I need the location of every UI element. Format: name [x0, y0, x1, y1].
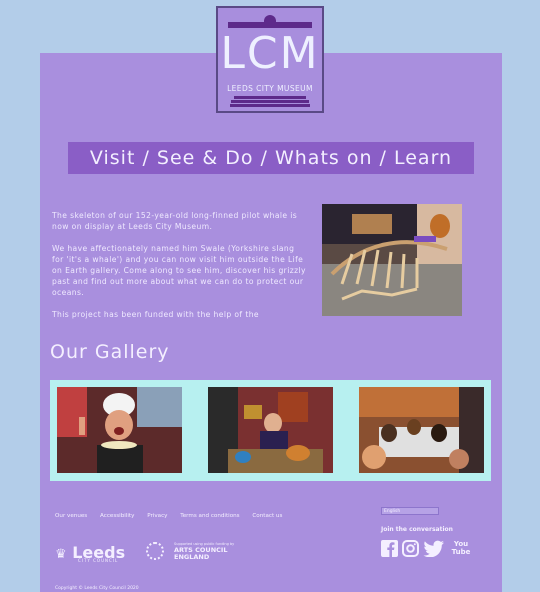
- leeds-crest-icon: ♛: [55, 547, 67, 562]
- intro-paragraph: We have affectionately named him Swale (…: [52, 244, 306, 297]
- footer-link-terms[interactable]: Terms and conditions: [180, 513, 239, 519]
- language-select[interactable]: English: [381, 507, 439, 515]
- nav-whats-on[interactable]: Whats on: [275, 147, 373, 169]
- intro-paragraph: This project has been funded with the he…: [52, 310, 259, 319]
- footer-links: Our venues Accessibility Privacy Terms a…: [55, 513, 293, 519]
- logo-letters: LCM: [220, 28, 320, 79]
- intro-paragraph: The skeleton of our 152-year-old long-fi…: [52, 211, 298, 231]
- nav-separator: /: [253, 147, 275, 169]
- nav-separator: /: [135, 147, 157, 169]
- intro-text: The skeleton of our 152-year-old long-fi…: [52, 210, 308, 331]
- footer-link-accessibility[interactable]: Accessibility: [100, 513, 134, 519]
- logo-subtitle: LEEDS CITY MUSEUM: [227, 84, 313, 93]
- footer-link-contact[interactable]: Contact us: [252, 513, 282, 519]
- gallery-image-craft[interactable]: [208, 387, 333, 473]
- nav-learn[interactable]: Learn: [394, 147, 452, 169]
- arts-council-line2: ENGLAND: [174, 553, 210, 561]
- footer-link-venues[interactable]: Our venues: [55, 513, 87, 519]
- instagram-icon[interactable]: [402, 540, 419, 557]
- nav-see-do[interactable]: See & Do: [157, 147, 254, 169]
- logo-steps: [230, 96, 310, 107]
- nav-separator: /: [372, 147, 394, 169]
- lcm-logo[interactable]: LCM LEEDS CITY MUSEUM: [216, 6, 324, 113]
- gallery-title: Our Gallery: [50, 341, 170, 363]
- nav-visit[interactable]: Visit: [90, 147, 136, 169]
- join-conversation-label: Join the conversation: [381, 526, 453, 533]
- gallery-image-chef[interactable]: [57, 387, 182, 473]
- main-nav: Visit / See & Do / Whats on / Learn: [68, 142, 474, 174]
- whale-skeleton-image: [322, 204, 462, 316]
- gallery-strip: [50, 380, 491, 481]
- footer-link-privacy[interactable]: Privacy: [147, 513, 167, 519]
- twitter-icon[interactable]: [423, 540, 445, 557]
- arts-council-circle-icon: [146, 542, 164, 560]
- facebook-icon[interactable]: [381, 540, 398, 557]
- copyright: Copyright © Leeds City Council 2020: [55, 586, 139, 591]
- arts-council-name: ARTS COUNCIL ENGLAND: [174, 547, 227, 561]
- gallery-image-classroom[interactable]: [359, 387, 484, 473]
- leeds-council-sub: CITY COUNCIL: [78, 558, 119, 563]
- youtube-icon[interactable]: You Tube: [451, 540, 471, 556]
